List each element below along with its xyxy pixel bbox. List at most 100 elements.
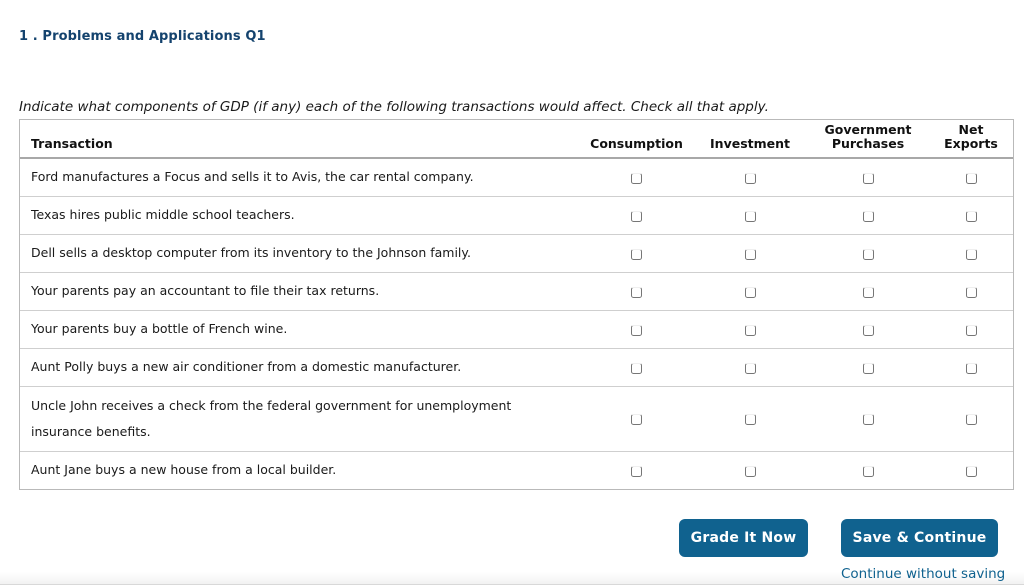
cell-investment <box>693 451 807 489</box>
table-row: Dell sells a desktop computer from its i… <box>20 234 1013 273</box>
transaction-text-line-1: Uncle John receives a check from the fed… <box>31 397 512 413</box>
checkbox-net-exports[interactable] <box>965 172 977 184</box>
save-and-continue-button[interactable]: Save & Continue <box>841 519 998 557</box>
transaction-description: Ford manufactures a Focus and sells it t… <box>20 158 580 197</box>
cell-net-exports <box>929 310 1013 349</box>
cell-government-purchases <box>807 158 929 197</box>
checkbox-consumption[interactable] <box>631 286 642 298</box>
column-header-transaction: Transaction <box>20 120 580 159</box>
checkbox-government-purchases[interactable] <box>862 414 874 425</box>
gdp-components-table: Transaction Consumption Investment Gover… <box>19 119 1014 490</box>
transaction-description: Dell sells a desktop computer from its i… <box>20 234 580 273</box>
checkbox-consumption[interactable] <box>631 210 642 222</box>
page-title: 1 . Problems and Applications Q1 <box>19 28 266 44</box>
checkbox-government-purchases[interactable] <box>862 362 874 374</box>
cell-net-exports <box>929 234 1013 273</box>
table-row: Aunt Jane buys a new house from a local … <box>20 451 1013 489</box>
checkbox-net-exports[interactable] <box>965 362 977 374</box>
checkbox-government-purchases[interactable] <box>862 465 874 477</box>
cell-government-purchases <box>807 196 929 235</box>
cell-consumption <box>580 451 693 489</box>
checkbox-investment[interactable] <box>744 248 756 260</box>
cell-investment <box>693 310 807 349</box>
transaction-text-line-1: Your parents pay an accountant to file t… <box>31 283 380 298</box>
transaction-text-line-1: Dell sells a desktop computer from its i… <box>31 245 471 260</box>
cell-consumption <box>580 310 693 349</box>
instructions-text: Indicate what components of GDP (if any)… <box>19 98 769 115</box>
net-header-line-1: Net <box>958 122 984 137</box>
checkbox-government-purchases[interactable] <box>862 286 874 298</box>
cell-net-exports <box>929 451 1013 489</box>
cell-consumption <box>580 386 693 452</box>
checkbox-investment[interactable] <box>744 210 756 222</box>
checkbox-government-purchases[interactable] <box>862 210 874 222</box>
checkbox-net-exports[interactable] <box>965 248 977 260</box>
transaction-text-line-1: Texas hires public middle school teacher… <box>31 207 295 222</box>
checkbox-investment[interactable] <box>744 414 756 425</box>
cell-government-purchases <box>807 386 929 452</box>
cell-net-exports <box>929 386 1013 452</box>
gov-header-line-1: Government <box>824 122 912 137</box>
checkbox-net-exports[interactable] <box>965 286 977 298</box>
checkbox-net-exports[interactable] <box>965 414 977 425</box>
cell-net-exports <box>929 272 1013 311</box>
checkbox-investment[interactable] <box>744 286 756 298</box>
column-header-investment: Investment <box>693 120 807 159</box>
transaction-description: Aunt Polly buys a new air conditioner fr… <box>20 348 580 387</box>
gov-header-line-2: Purchases <box>831 136 905 151</box>
checkbox-consumption[interactable] <box>631 362 642 374</box>
table-row: Your parents buy a bottle of French wine… <box>20 310 1013 349</box>
cell-net-exports <box>929 158 1013 197</box>
cell-investment <box>693 234 807 273</box>
checkbox-investment[interactable] <box>744 362 756 374</box>
checkbox-investment[interactable] <box>744 465 756 477</box>
grade-it-now-button[interactable]: Grade It Now <box>679 519 808 557</box>
checkbox-investment[interactable] <box>744 172 756 184</box>
cell-government-purchases <box>807 348 929 387</box>
table-row: Texas hires public middle school teacher… <box>20 196 1013 235</box>
checkbox-consumption[interactable] <box>631 324 642 336</box>
cell-consumption <box>580 196 693 235</box>
table-header-row: Transaction Consumption Investment Gover… <box>20 120 1013 159</box>
transaction-description: Texas hires public middle school teacher… <box>20 196 580 235</box>
cell-consumption <box>580 348 693 387</box>
cell-investment <box>693 272 807 311</box>
continue-without-saving-link[interactable]: Continue without saving <box>841 566 1005 582</box>
checkbox-consumption[interactable] <box>631 414 642 425</box>
cell-investment <box>693 196 807 235</box>
cell-investment <box>693 158 807 197</box>
transaction-text-line-2: insurance benefits. <box>31 423 151 439</box>
checkbox-net-exports[interactable] <box>965 324 977 336</box>
checkbox-net-exports[interactable] <box>965 465 977 477</box>
cell-consumption <box>580 272 693 311</box>
transaction-text-line-1: Your parents buy a bottle of French wine… <box>31 321 288 336</box>
checkbox-investment[interactable] <box>744 324 756 336</box>
cell-consumption <box>580 234 693 273</box>
transaction-text-line-1: Ford manufactures a Focus and sells it t… <box>31 169 474 185</box>
table-row: Your parents pay an accountant to file t… <box>20 272 1013 311</box>
checkbox-consumption[interactable] <box>631 172 642 184</box>
table-row: Ford manufactures a Focus and sells it t… <box>20 158 1013 197</box>
checkbox-government-purchases[interactable] <box>862 248 874 260</box>
transaction-text-line-1: Aunt Jane buys a new house from a local … <box>31 462 337 478</box>
cell-government-purchases <box>807 234 929 273</box>
transaction-text-line-1: Aunt Polly buys a new air conditioner fr… <box>31 359 462 374</box>
table-header: Transaction Consumption Investment Gover… <box>20 120 1013 159</box>
net-header-line-2: Exports <box>944 136 998 151</box>
cell-government-purchases <box>807 310 929 349</box>
transaction-description: Your parents pay an accountant to file t… <box>20 272 580 311</box>
table-row: Uncle John receives a check from the fed… <box>20 386 1013 452</box>
checkbox-consumption[interactable] <box>631 465 642 477</box>
cell-net-exports <box>929 196 1013 235</box>
transaction-description: Your parents buy a bottle of French wine… <box>20 310 580 349</box>
checkbox-government-purchases[interactable] <box>862 172 874 184</box>
cell-government-purchases <box>807 272 929 311</box>
column-header-government-purchases: Government Purchases <box>807 120 929 159</box>
checkbox-consumption[interactable] <box>631 248 642 260</box>
checkbox-net-exports[interactable] <box>965 210 977 222</box>
question-page: 1 . Problems and Applications Q1 Indicat… <box>0 0 1024 585</box>
table-body: Ford manufactures a Focus and sells it t… <box>20 158 1013 489</box>
transaction-description: Uncle John receives a check from the fed… <box>20 386 580 452</box>
checkbox-government-purchases[interactable] <box>862 324 874 336</box>
cell-investment <box>693 386 807 452</box>
